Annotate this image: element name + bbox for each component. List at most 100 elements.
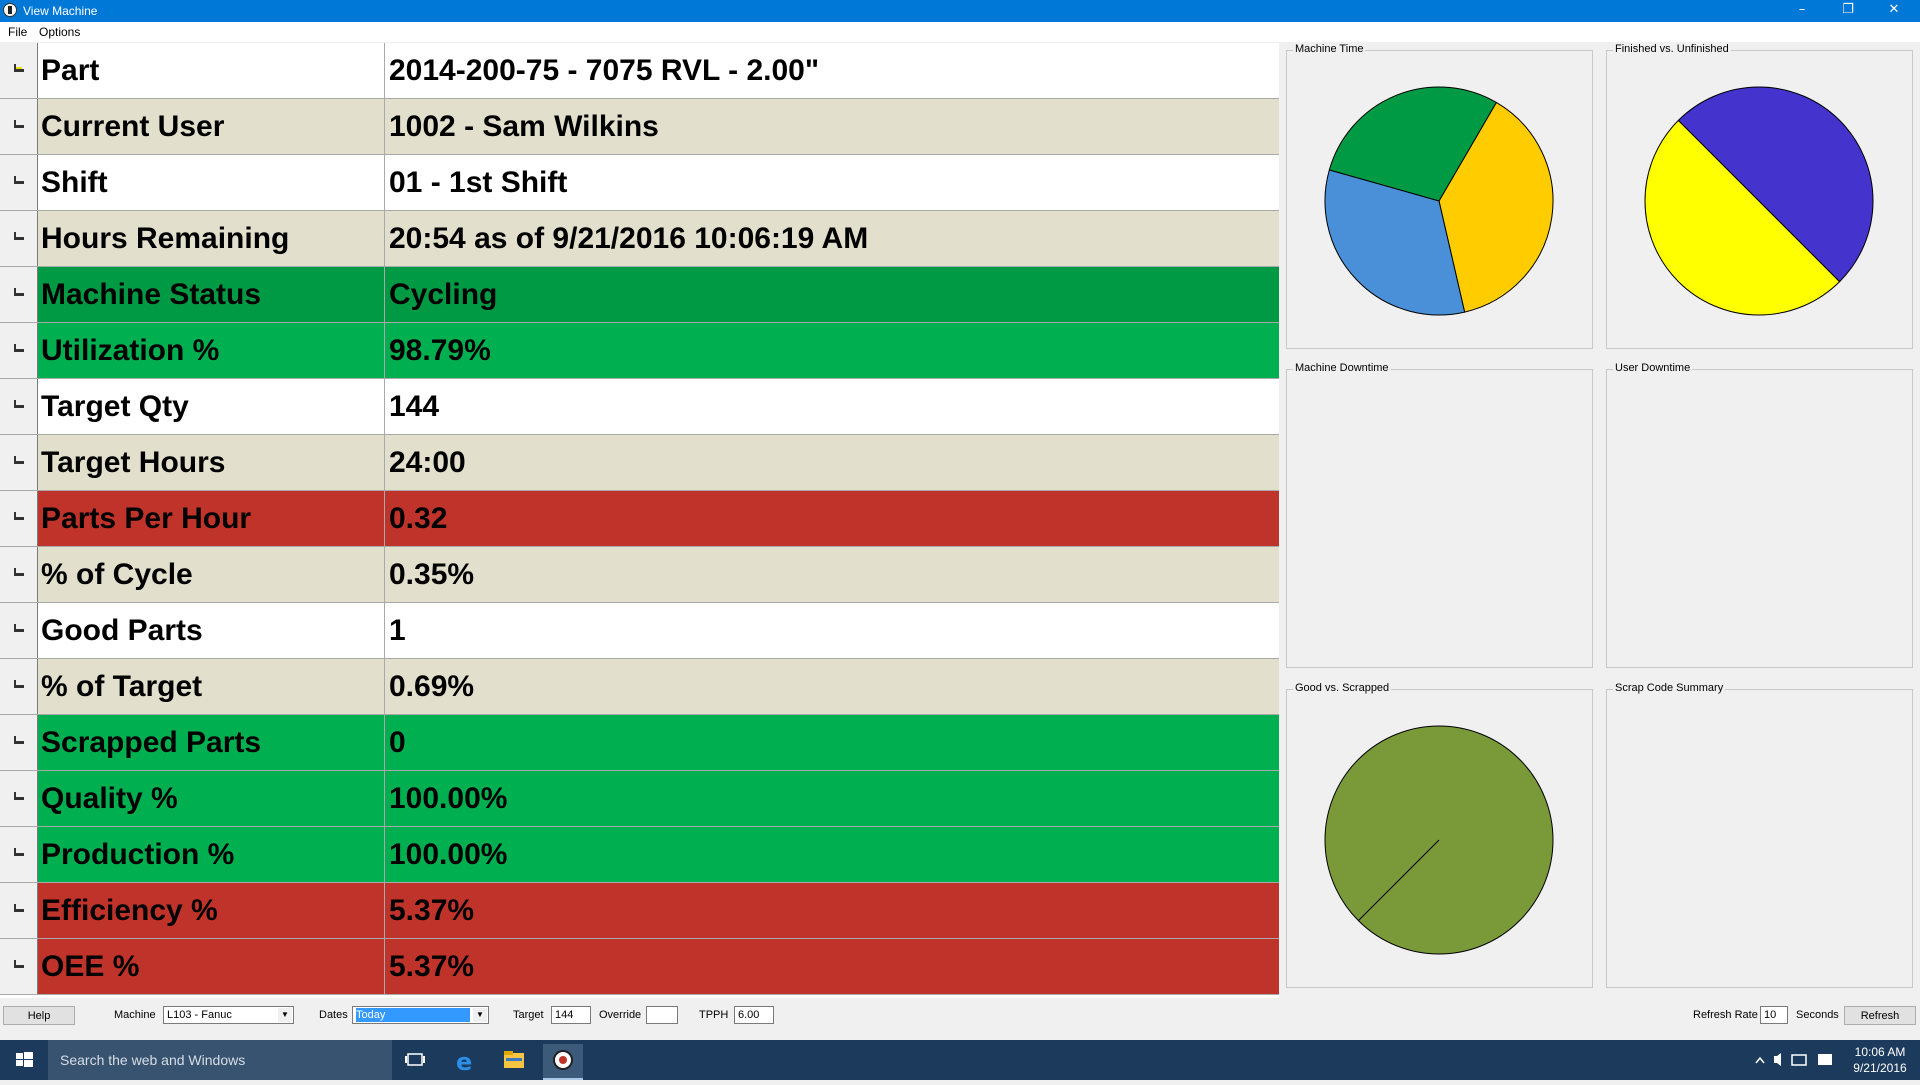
taskbar-clock[interactable]: 10:06 AM 9/21/2016	[1840, 1044, 1920, 1076]
machine-select-value: L103 - Fanuc	[167, 1009, 232, 1021]
row-value: 98.79%	[389, 334, 491, 367]
row-label: Part	[39, 43, 385, 98]
target-label: Target	[513, 1009, 544, 1021]
row-label: Utilization %	[39, 323, 385, 378]
row-selector[interactable]	[0, 715, 38, 770]
row-header-icon	[14, 176, 24, 184]
row-selector[interactable]	[0, 379, 38, 434]
table-row[interactable]: Machine Status Cycling	[0, 267, 1279, 323]
table-row[interactable]: Hours Remaining 20:54 as of 9/21/2016 10:…	[0, 211, 1279, 267]
table-row[interactable]: Utilization % 98.79%	[0, 323, 1279, 379]
row-selector[interactable]	[0, 659, 38, 714]
chevron-down-icon[interactable]: ▼	[278, 1008, 292, 1022]
chevron-down-icon[interactable]: ▼	[473, 1008, 487, 1022]
row-header-icon	[14, 904, 24, 912]
system-tray[interactable]	[1750, 1044, 1840, 1076]
target-input[interactable]	[551, 1006, 591, 1024]
refresh-button[interactable]: Refresh	[1844, 1006, 1916, 1025]
file-explorer-icon[interactable]	[494, 1044, 534, 1076]
taskbar: Search the web and Windows e 10:06 AM 9/…	[0, 1040, 1920, 1080]
close-icon[interactable]: ✕	[1872, 0, 1916, 22]
menu-options[interactable]: Options	[39, 25, 80, 39]
panel-title: Scrap Code Summary	[1613, 682, 1726, 694]
dates-select-value: Today	[356, 1008, 470, 1022]
dates-select[interactable]: Today ▼	[352, 1006, 489, 1024]
table-row[interactable]: Current User 1002 - Sam Wilkins	[0, 99, 1279, 155]
row-label: Quality %	[39, 771, 385, 826]
override-input[interactable]	[646, 1006, 678, 1024]
table-row[interactable]: OEE % 5.37%	[0, 939, 1279, 995]
row-selector[interactable]	[0, 827, 38, 882]
table-row[interactable]: Efficiency % 5.37%	[0, 883, 1279, 939]
row-selector[interactable]	[0, 883, 38, 938]
row-selector[interactable]	[0, 267, 38, 322]
row-selector[interactable]	[0, 771, 38, 826]
panel-machine-downtime: Machine Downtime	[1286, 362, 1593, 668]
row-selector[interactable]	[0, 43, 38, 98]
clock-time: 10:06 AM	[1854, 1045, 1906, 1059]
machine-label: Machine	[114, 1009, 156, 1021]
table-row[interactable]: Target Hours 24:00	[0, 435, 1279, 491]
row-label: Parts Per Hour	[39, 491, 385, 546]
row-value: 1	[389, 614, 406, 647]
row-value: 0.35%	[389, 558, 475, 591]
row-label: % of Target	[39, 659, 385, 714]
tpph-input[interactable]	[734, 1006, 774, 1024]
row-selector[interactable]	[0, 323, 38, 378]
table-row[interactable]: Target Qty 144	[0, 379, 1279, 435]
row-selector[interactable]	[0, 939, 38, 994]
row-selector[interactable]	[0, 99, 38, 154]
table-row[interactable]: Shift 01 - 1st Shift	[0, 155, 1279, 211]
table-row[interactable]: Quality % 100.00%	[0, 771, 1279, 827]
row-value: 0	[389, 726, 406, 759]
row-selector[interactable]	[0, 547, 38, 602]
minimize-icon[interactable]: –	[1780, 0, 1824, 22]
clock-date: 9/21/2016	[1853, 1061, 1907, 1075]
menu-bar: File Options	[0, 22, 1920, 42]
row-header-icon	[14, 792, 24, 800]
row-selector[interactable]	[0, 491, 38, 546]
machine-select[interactable]: L103 - Fanuc ▼	[163, 1006, 294, 1024]
row-label: Good Parts	[39, 603, 385, 658]
table-row[interactable]: Scrapped Parts 0	[0, 715, 1279, 771]
row-selector[interactable]	[0, 603, 38, 658]
help-button[interactable]: Help	[3, 1006, 75, 1025]
view-machine-app-icon[interactable]	[543, 1044, 583, 1080]
table-row[interactable]: Parts Per Hour 0.32	[0, 491, 1279, 547]
row-header-icon	[14, 736, 24, 744]
machine-time-pie-chart	[1324, 86, 1554, 316]
table-row[interactable]: % of Target 0.69%	[0, 659, 1279, 715]
panel-title: Machine Downtime	[1293, 362, 1391, 374]
row-header-icon	[14, 288, 24, 296]
restore-icon[interactable]: ❐	[1826, 0, 1870, 22]
row-label: Production %	[39, 827, 385, 882]
app-icon	[3, 3, 17, 17]
menu-file[interactable]: File	[8, 25, 27, 39]
row-value: 144	[389, 390, 440, 423]
table-row[interactable]: Part 2014-200-75 - 7075 RVL - 2.00"	[0, 43, 1279, 99]
row-value: 01 - 1st Shift	[389, 166, 568, 199]
table-row[interactable]: Production % 100.00%	[0, 827, 1279, 883]
row-header-icon	[14, 680, 24, 688]
task-view-icon[interactable]	[395, 1044, 435, 1076]
table-row[interactable]: Good Parts 1	[0, 603, 1279, 659]
windows-start-icon[interactable]	[0, 1040, 48, 1080]
edge-browser-icon[interactable]: e	[445, 1044, 485, 1076]
row-value: 5.37%	[389, 894, 475, 927]
row-selector[interactable]	[0, 435, 38, 490]
row-value: Cycling	[389, 278, 498, 311]
row-header-icon	[14, 344, 24, 352]
row-selector[interactable]	[0, 211, 38, 266]
row-value: 0.32	[389, 502, 448, 535]
table-row[interactable]: % of Cycle 0.35%	[0, 547, 1279, 603]
row-value: 100.00%	[389, 838, 508, 871]
row-selector[interactable]	[0, 155, 38, 210]
taskbar-search-box[interactable]: Search the web and Windows	[48, 1040, 392, 1080]
row-label: % of Cycle	[39, 547, 385, 602]
row-header-icon	[14, 848, 24, 856]
panel-title: User Downtime	[1613, 362, 1693, 374]
title-bar: View Machine – ❐ ✕	[0, 0, 1920, 22]
finished-unfinished-pie-chart	[1644, 86, 1874, 316]
row-value: 0.69%	[389, 670, 475, 703]
refresh-rate-input[interactable]	[1760, 1006, 1788, 1024]
